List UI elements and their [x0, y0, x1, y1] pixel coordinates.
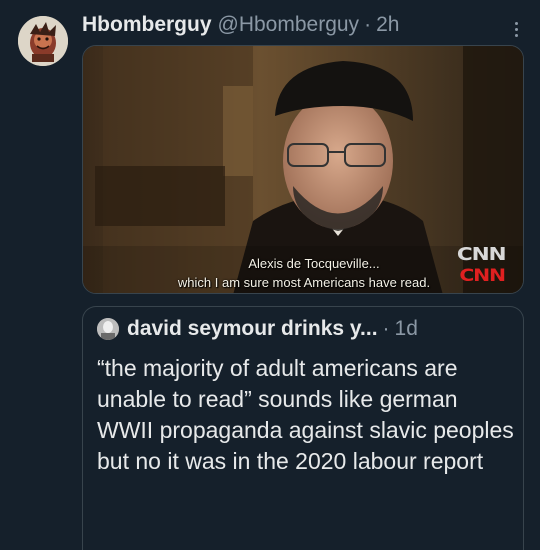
subtitle-line-1: Alexis de Tocqueville...	[248, 256, 380, 271]
quoted-tweet-timestamp[interactable]: 1d	[395, 317, 418, 341]
tweet-header: Hbomberguy @Hbomberguy · 2h	[82, 13, 399, 39]
avatar-image	[18, 16, 68, 66]
author-name[interactable]: Hbomberguy	[82, 13, 212, 37]
quoted-tweet-header: david seymour drinks y... · 1d	[97, 317, 418, 341]
quoted-author-avatar[interactable]	[97, 318, 119, 340]
quoted-tweet-text: “the majority of adult americans are una…	[97, 355, 514, 474]
tweet[interactable]: Hbomberguy @Hbomberguy · 2h CNN CNN Alex…	[0, 0, 540, 550]
author-avatar[interactable]	[18, 16, 68, 66]
tweet-timestamp[interactable]: 2h	[376, 13, 399, 37]
author-handle[interactable]: @Hbomberguy	[218, 13, 360, 37]
quoted-tweet[interactable]: david seymour drinks y... · 1d “the majo…	[82, 306, 524, 550]
quoted-author-name[interactable]: david seymour drinks y...	[127, 317, 378, 341]
separator-dot: ·	[364, 13, 372, 36]
subtitle-line-2: which I am sure most Americans have read…	[177, 275, 431, 290]
separator-dot: ·	[382, 317, 390, 340]
tweet-media-image[interactable]: CNN CNN Alexis de Tocqueville... which I…	[82, 45, 524, 294]
quoted-avatar-image	[97, 318, 119, 340]
more-vertical-icon[interactable]	[506, 18, 526, 40]
